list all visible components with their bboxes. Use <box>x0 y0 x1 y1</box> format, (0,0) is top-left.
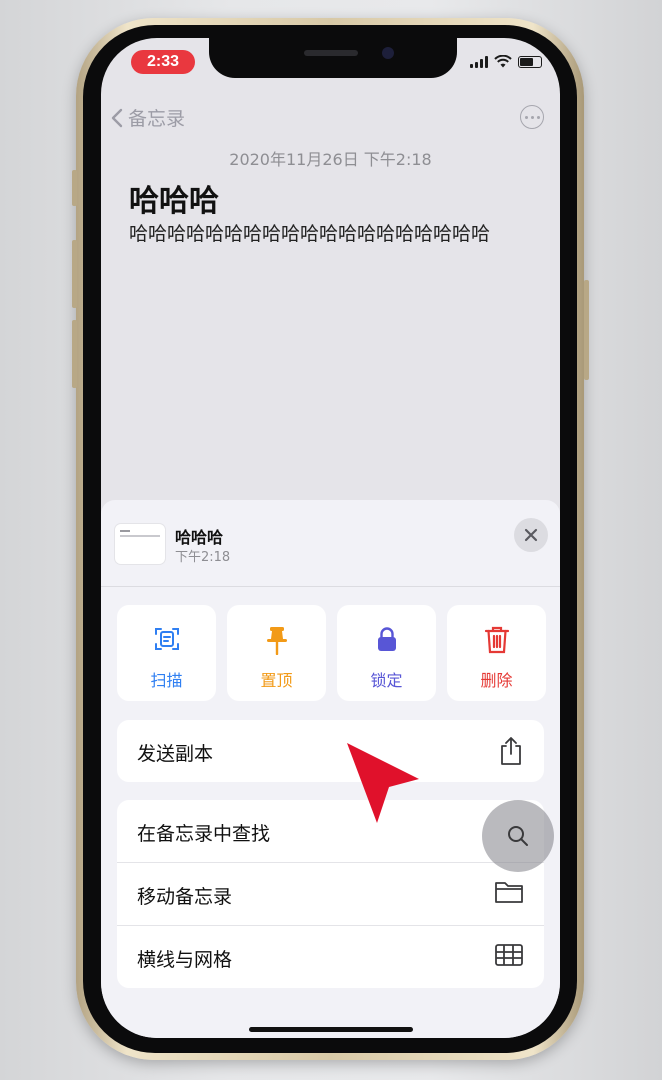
note-body[interactable]: 哈哈哈哈哈哈哈哈哈哈哈哈哈哈哈哈哈哈哈 <box>129 220 529 248</box>
send-copy-group: 发送副本 <box>117 720 544 782</box>
sheet-header: 哈哈哈 下午2:18 <box>101 500 560 587</box>
notch <box>209 38 457 78</box>
close-icon <box>524 528 538 542</box>
scan-icon <box>155 628 179 650</box>
volume-down-button <box>72 320 77 388</box>
close-button[interactable] <box>514 518 548 552</box>
move-note-row[interactable]: 移动备忘录 <box>117 863 544 926</box>
note-date: 2020年11月26日 下午2:18 <box>229 150 432 169</box>
trash-icon <box>484 626 510 654</box>
mute-switch <box>72 170 77 206</box>
delete-label: 删除 <box>480 671 513 690</box>
note-title[interactable]: 哈哈哈 <box>129 176 219 220</box>
nav-bar: 备忘录 <box>101 104 560 134</box>
touch-indicator <box>482 800 554 872</box>
lock-button[interactable]: 锁定 <box>337 605 436 701</box>
scan-label: 扫描 <box>150 671 183 690</box>
share-icon <box>501 737 521 765</box>
lock-icon <box>378 627 396 651</box>
signal-icon <box>470 56 488 68</box>
status-icons <box>470 54 542 68</box>
search-icon <box>508 826 528 846</box>
pin-icon <box>267 627 287 655</box>
note-action-sheet: 哈哈哈 下午2:18 扫描 置顶 锁定 删除 发送副本 在备忘录中查找 移动备忘… <box>101 500 560 1038</box>
chevron-left-icon <box>111 108 123 127</box>
sheet-note-title: 哈哈哈 <box>175 528 224 547</box>
more-options-button[interactable] <box>520 105 544 129</box>
note-options-list: 在备忘录中查找 移动备忘录 横线与网格 <box>117 800 544 988</box>
tutorial-arrow-pointer <box>347 743 419 823</box>
home-indicator[interactable] <box>249 1027 413 1032</box>
quick-actions: 扫描 置顶 锁定 删除 <box>117 605 546 701</box>
sheet-note-time: 下午2:18 <box>175 550 231 565</box>
lines-and-grids-label: 横线与网格 <box>137 949 233 971</box>
front-camera <box>382 47 394 59</box>
volume-up-button <box>72 240 77 308</box>
back-label: 备忘录 <box>128 108 186 130</box>
find-in-note-row[interactable]: 在备忘录中查找 <box>117 800 544 863</box>
grid-icon <box>495 944 523 966</box>
lock-label: 锁定 <box>370 671 403 690</box>
earpiece-speaker <box>304 50 358 56</box>
phone-screen: 2:33 备忘录 2020年11月26日 下午2:18 哈哈哈 哈哈哈哈哈哈哈哈… <box>101 38 560 1038</box>
status-time: 2:33 <box>131 50 195 74</box>
wifi-icon <box>494 55 512 68</box>
battery-icon <box>518 56 542 68</box>
power-button <box>584 280 589 380</box>
ellipsis-icon <box>524 115 528 119</box>
folder-icon <box>495 882 523 903</box>
scan-button[interactable]: 扫描 <box>117 605 216 701</box>
send-copy-label: 发送副本 <box>137 743 214 765</box>
send-copy-row[interactable]: 发送副本 <box>117 720 544 782</box>
lines-and-grids-row[interactable]: 横线与网格 <box>117 926 544 988</box>
note-thumbnail <box>115 524 165 564</box>
move-note-label: 移动备忘录 <box>137 886 233 908</box>
pin-button[interactable]: 置顶 <box>227 605 326 701</box>
back-button[interactable]: 备忘录 <box>111 104 185 131</box>
find-in-note-label: 在备忘录中查找 <box>137 823 271 845</box>
delete-button[interactable]: 删除 <box>447 605 546 701</box>
pin-label: 置顶 <box>260 671 293 690</box>
